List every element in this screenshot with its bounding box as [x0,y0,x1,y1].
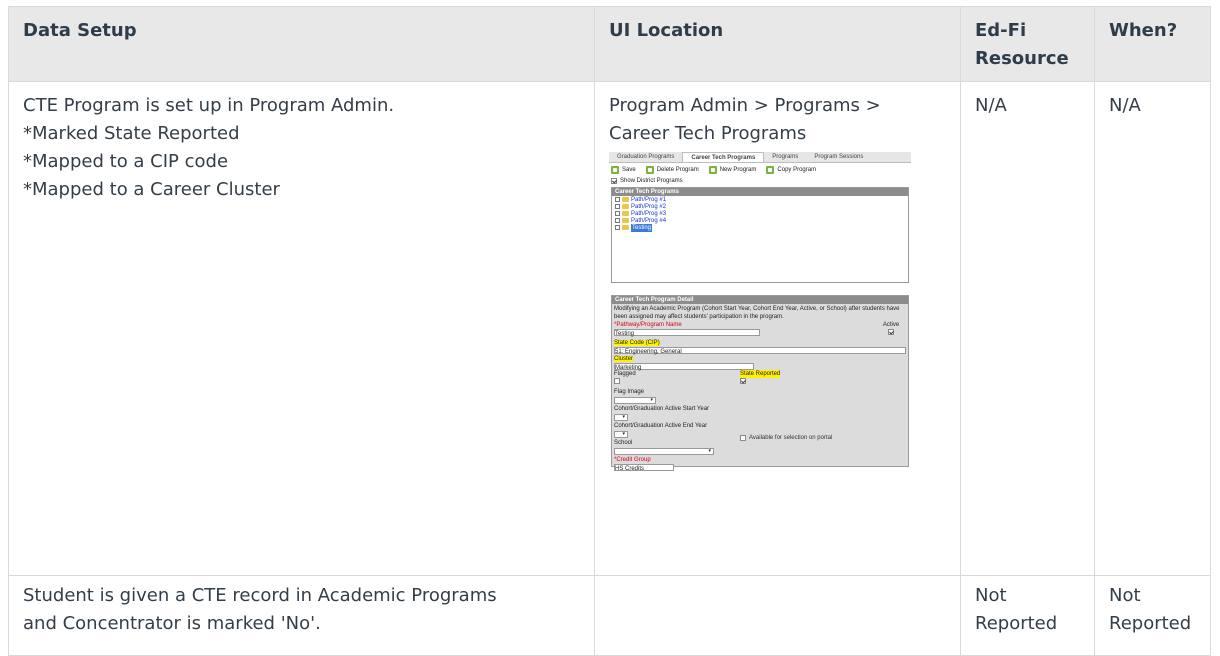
folder-icon [622,218,629,223]
data-setup-line: and Concentrator is marked 'No'. [23,613,321,634]
folder-icon [622,204,629,209]
new-program-button: New Program [708,166,757,174]
delete-program-button: Delete Program [645,166,699,174]
folder-icon [622,225,629,230]
start-year-label: Cohort/Graduation Active Start Year [614,406,710,412]
tree-item-label: Testing [631,223,653,232]
cip-label: State Code (CIP) [614,340,660,346]
folder-icon [622,197,629,202]
show-district-row: Show District Programs [609,177,911,187]
new-icon [708,166,717,174]
folder-icon [622,211,629,216]
end-year-select: ▾ [614,430,628,438]
active-label: Active [882,322,900,328]
start-year-select: ▾ [614,413,628,421]
flag-image-select: ▾ [614,396,656,404]
header-when: When? [1094,6,1211,82]
delete-icon [645,166,654,174]
ui-location-line: Program Admin > Programs > [609,95,881,116]
table-row: CTE Program is set up in Program Admin. … [8,81,1211,576]
expand-icon [615,197,620,202]
name-field: Testing [614,329,760,337]
new-label: New Program [719,167,757,173]
expand-icon [615,225,620,230]
header-row: Data Setup UI Location Ed-Fi Resource Wh… [8,6,1211,82]
cell-data-setup: Student is given a CTE record in Academi… [8,575,595,656]
expand-icon [615,211,620,216]
copy-icon [766,166,775,174]
state-reported-label: State Reported [740,370,781,378]
flag-image-label: Flag Image [614,389,645,395]
expand-icon [615,204,620,209]
cell-when: Not Reported [1094,575,1211,656]
end-year-label: Cohort/Graduation Active End Year [614,423,708,429]
save-icon [611,166,619,174]
name-label: *Pathway/Program Name [614,322,682,328]
detail-note: Modifying an Academic Program (Cohort St… [614,306,900,320]
detail-header: Career Tech Program Detail [612,296,908,304]
header-data-setup: Data Setup [8,6,595,82]
chevron-down-icon: ▾ [650,397,653,403]
portal-checkbox [740,435,746,441]
portal-option: Available for selection on portal [740,434,832,442]
save-label: Save [622,167,636,173]
tree-item: Path/Prog #4 [612,217,908,224]
cell-data-setup: CTE Program is set up in Program Admin. … [8,81,595,576]
cell-when: N/A [1094,81,1211,576]
ui-location-line: Career Tech Programs [609,123,807,144]
school-select: ▾ [614,447,714,455]
cell-ui-location: Program Admin > Programs > Career Tech P… [594,81,961,576]
save-button: Save [611,166,636,174]
copy-program-button: Copy Program [766,166,816,174]
show-district-checkbox [611,178,617,184]
tab-career-tech-programs: Career Tech Programs [682,152,765,162]
active-checkbox [888,329,894,335]
cluster-select: Marketing [614,363,754,371]
table-row: Student is given a CTE record in Academi… [8,575,1211,656]
header-ed-fi-resource: Ed-Fi Resource [960,6,1095,82]
header-ui-location: UI Location [594,6,961,82]
screenshot-toolbar: Save Delete Program New Program Copy Pro… [609,163,911,177]
tab-graduation-programs: Graduation Programs [617,154,675,160]
data-setup-line: Student is given a CTE record in Academi… [23,585,497,606]
chevron-down-icon: ▾ [622,414,625,420]
tree-item: Testing [612,223,908,232]
header-ed-fi-line2: Resource [975,48,1069,69]
chevron-down-icon: ▾ [622,431,625,437]
cluster-label: Cluster [614,356,634,362]
tab-programs: Programs [772,154,799,160]
credit-group-value: HS Credits [615,466,645,472]
data-setup-line: *Mapped to a CIP code [23,151,229,172]
tab-program-sessions: Program Sessions [814,154,864,160]
copy-label: Copy Program [777,167,817,173]
cell-ed-fi-resource: Not Reported [960,575,1095,656]
ed-fi-line: Reported [975,613,1058,634]
flagged-checkbox [614,378,620,384]
chevron-down-icon: ▾ [708,448,711,454]
program-tree: Career Tech Programs Path/Prog #1 Path/P… [611,187,909,283]
cell-ui-location [594,575,961,656]
data-setup-table: Data Setup UI Location Ed-Fi Resource Wh… [8,6,1211,656]
portal-label: Available for selection on portal [749,435,833,441]
show-district-label: Show District Programs [620,178,683,184]
program-detail-panel: Career Tech Program Detail Modifying an … [611,295,909,472]
data-setup-line: CTE Program is set up in Program Admin. [23,95,395,116]
state-reported-group: State Reported [740,370,781,387]
cell-ed-fi-resource: N/A [960,81,1095,576]
header-ed-fi-line1: Ed-Fi [975,20,1027,41]
data-setup-line: *Marked State Reported [23,123,240,144]
state-reported-checkbox [740,378,746,384]
credit-group-label: *Credit Group [614,457,651,463]
data-setup-line: *Mapped to a Career Cluster [23,179,280,200]
cip-field: 51: Engineering, General [614,347,906,355]
screenshot-tabs: Graduation Programs Career Tech Programs… [609,152,911,163]
ed-fi-line: Not [975,585,1007,606]
expand-icon [615,218,620,223]
credit-group-select: HS Credits [614,464,674,472]
career-tech-programs-screenshot: Graduation Programs Career Tech Programs… [609,152,911,472]
when-line: Reported [1109,613,1192,634]
when-line: Not [1109,585,1141,606]
delete-label: Delete Program [656,167,699,173]
